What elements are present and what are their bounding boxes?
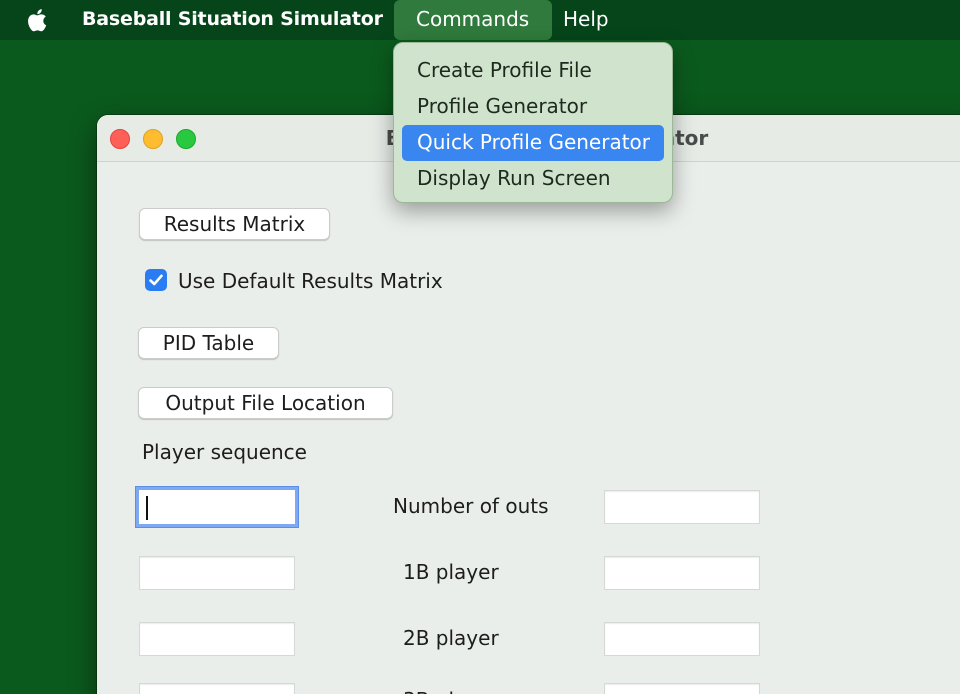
player-sequence-input-2[interactable] bbox=[139, 556, 295, 590]
menu-item-display-run-screen[interactable]: Display Run Screen bbox=[402, 161, 664, 197]
third-base-player-input[interactable] bbox=[604, 683, 760, 694]
second-base-player-input[interactable] bbox=[604, 622, 760, 656]
menu-item-profile-generator[interactable]: Profile Generator bbox=[402, 89, 664, 125]
player-sequence-input-4[interactable] bbox=[139, 683, 295, 694]
checkmark-icon bbox=[149, 274, 163, 286]
commands-dropdown: Create Profile File Profile Generator Qu… bbox=[393, 42, 673, 203]
pid-table-button[interactable]: PID Table bbox=[138, 327, 279, 359]
menu-item-create-profile-file[interactable]: Create Profile File bbox=[402, 53, 664, 89]
app-menu-title[interactable]: Baseball Situation Simulator bbox=[82, 0, 383, 40]
results-matrix-button[interactable]: Results Matrix bbox=[139, 208, 330, 240]
third-base-player-label: 3B player bbox=[403, 686, 499, 694]
apple-icon[interactable] bbox=[25, 6, 51, 34]
text-caret bbox=[146, 496, 148, 520]
menu-item-quick-profile-generator[interactable]: Quick Profile Generator bbox=[402, 125, 664, 161]
menu-commands[interactable]: Commands bbox=[394, 0, 552, 40]
use-default-results-matrix-label: Use Default Results Matrix bbox=[178, 269, 443, 293]
player-sequence-label: Player sequence bbox=[142, 440, 307, 464]
number-of-outs-label: Number of outs bbox=[393, 494, 549, 518]
second-base-player-label: 2B player bbox=[403, 626, 499, 650]
player-sequence-input-1[interactable] bbox=[136, 487, 298, 527]
menu-help[interactable]: Help bbox=[541, 0, 631, 40]
use-default-results-matrix-checkbox[interactable] bbox=[145, 269, 167, 291]
number-of-outs-input[interactable] bbox=[604, 490, 760, 524]
first-base-player-label: 1B player bbox=[403, 560, 499, 584]
player-sequence-input-3[interactable] bbox=[139, 622, 295, 656]
first-base-player-input[interactable] bbox=[604, 556, 760, 590]
menu-bar: Baseball Situation Simulator Commands He… bbox=[0, 0, 960, 40]
output-file-location-button[interactable]: Output File Location bbox=[138, 387, 393, 419]
